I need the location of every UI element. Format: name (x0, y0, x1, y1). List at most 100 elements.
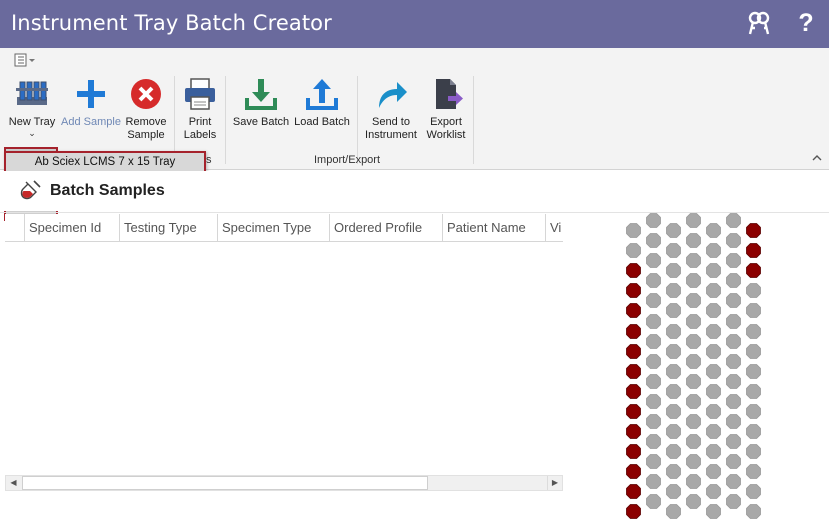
tray-well-empty[interactable] (726, 474, 741, 490)
tray-well-empty[interactable] (726, 333, 741, 349)
tray-well-filled[interactable] (626, 323, 641, 339)
tray-well-filled[interactable] (626, 484, 641, 500)
tray-well-filled[interactable] (626, 464, 641, 480)
tray-well-empty[interactable] (746, 303, 761, 319)
tray-well-empty[interactable] (746, 464, 761, 480)
tray-well-empty[interactable] (666, 363, 681, 379)
tray-well-empty[interactable] (686, 434, 701, 449)
tray-well-empty[interactable] (706, 403, 721, 419)
tray-well-empty[interactable] (726, 253, 741, 269)
tray-well-empty[interactable] (646, 353, 661, 369)
tray-well-empty[interactable] (646, 293, 661, 309)
tray-well-empty[interactable] (666, 484, 681, 500)
tray-well-empty[interactable] (646, 414, 661, 429)
tray-well-filled[interactable] (626, 504, 641, 520)
help-icon[interactable]: ? (793, 10, 819, 36)
column-header-vi[interactable]: Vi (546, 214, 563, 241)
quick-access-menu-icon[interactable] (14, 53, 36, 67)
samples-grid[interactable]: Specimen Id Testing Type Specimen Type O… (5, 214, 563, 474)
new-tray-button[interactable]: New Tray ⌄ (6, 76, 58, 138)
tray-well-empty[interactable] (646, 434, 661, 449)
tray-well-empty[interactable] (746, 424, 761, 439)
tray-well-empty[interactable] (726, 434, 741, 449)
tray-well-empty[interactable] (686, 333, 701, 349)
tray-well-empty[interactable] (726, 373, 741, 389)
tray-well-empty[interactable] (706, 263, 721, 279)
tray-well-empty[interactable] (646, 233, 661, 248)
tray-well-empty[interactable] (666, 243, 681, 258)
tray-well-empty[interactable] (686, 313, 701, 329)
tray-well-empty[interactable] (706, 223, 721, 238)
tray-well-empty[interactable] (666, 323, 681, 339)
add-sample-button[interactable]: Add Sample (60, 76, 122, 129)
tray-well-empty[interactable] (646, 474, 661, 490)
print-labels-button[interactable]: Print Labels (180, 76, 220, 142)
tray-well-empty[interactable] (666, 283, 681, 299)
tray-well-empty[interactable] (626, 223, 641, 238)
tray-well-empty[interactable] (626, 243, 641, 258)
tray-well-filled[interactable] (626, 444, 641, 459)
tray-well-empty[interactable] (726, 454, 741, 470)
tray-well-empty[interactable] (686, 414, 701, 429)
tray-well-empty[interactable] (666, 223, 681, 238)
tray-well-filled[interactable] (626, 263, 641, 279)
column-header-specimen-type[interactable]: Specimen Type (218, 214, 330, 241)
tray-well-filled[interactable] (626, 383, 641, 399)
tray-well-filled[interactable] (746, 263, 761, 279)
tray-well-empty[interactable] (706, 303, 721, 319)
column-header-testing-type[interactable]: Testing Type (120, 214, 218, 241)
tray-well-empty[interactable] (706, 283, 721, 299)
save-batch-button[interactable]: Save Batch (231, 76, 291, 129)
tray-well-empty[interactable] (686, 454, 701, 470)
tray-well-filled[interactable] (626, 303, 641, 319)
send-to-instrument-button[interactable]: Send to Instrument (362, 76, 420, 142)
scroll-thumb[interactable] (22, 476, 428, 490)
tray-well-empty[interactable] (746, 504, 761, 520)
tray-well-empty[interactable] (706, 504, 721, 520)
tray-well-filled[interactable] (626, 424, 641, 439)
load-batch-button[interactable]: Load Batch (293, 76, 351, 129)
tray-well-empty[interactable] (646, 253, 661, 269)
tray-well-empty[interactable] (746, 403, 761, 419)
tray-well-filled[interactable] (626, 343, 641, 359)
tray-well-filled[interactable] (626, 403, 641, 419)
tray-well-empty[interactable] (726, 273, 741, 289)
tray-well-empty[interactable] (646, 393, 661, 409)
tray-well-empty[interactable] (706, 243, 721, 258)
tray-well-empty[interactable] (706, 363, 721, 379)
tray-well-empty[interactable] (726, 313, 741, 329)
tray-well-empty[interactable] (686, 253, 701, 269)
tray-well-empty[interactable] (666, 343, 681, 359)
keys-icon[interactable] (746, 10, 772, 36)
export-worklist-button[interactable]: Export Worklist (423, 76, 469, 142)
tray-well-filled[interactable] (746, 243, 761, 258)
tray-well-empty[interactable] (746, 343, 761, 359)
column-header-patient-name[interactable]: Patient Name (443, 214, 546, 241)
tray-well-empty[interactable] (686, 233, 701, 248)
tray-well-empty[interactable] (646, 313, 661, 329)
tray-well-empty[interactable] (706, 424, 721, 439)
tray-well-empty[interactable] (666, 263, 681, 279)
tray-well-empty[interactable] (706, 343, 721, 359)
tray-well-empty[interactable] (686, 373, 701, 389)
tray-well-empty[interactable] (686, 213, 701, 228)
tray-well-filled[interactable] (626, 363, 641, 379)
tray-well-empty[interactable] (746, 363, 761, 379)
tray-well-empty[interactable] (686, 293, 701, 309)
tray-well-empty[interactable] (706, 484, 721, 500)
tray-well-empty[interactable] (646, 494, 661, 510)
tray-well-empty[interactable] (646, 373, 661, 389)
tray-well-filled[interactable] (746, 223, 761, 238)
scroll-right-icon[interactable]: ▶ (547, 476, 562, 490)
tray-well-empty[interactable] (646, 333, 661, 349)
tray-well-empty[interactable] (726, 494, 741, 510)
tray-well-empty[interactable] (726, 353, 741, 369)
tray-well-filled[interactable] (626, 283, 641, 299)
remove-sample-button[interactable]: Remove Sample (122, 76, 170, 142)
horizontal-scrollbar[interactable]: ◀ ▶ (5, 475, 563, 491)
tray-well-empty[interactable] (666, 303, 681, 319)
column-header-ordered-profile[interactable]: Ordered Profile (330, 214, 443, 241)
column-header-specimen-id[interactable]: Specimen Id (25, 214, 120, 241)
tray-well-empty[interactable] (666, 403, 681, 419)
tray-well-empty[interactable] (746, 283, 761, 299)
